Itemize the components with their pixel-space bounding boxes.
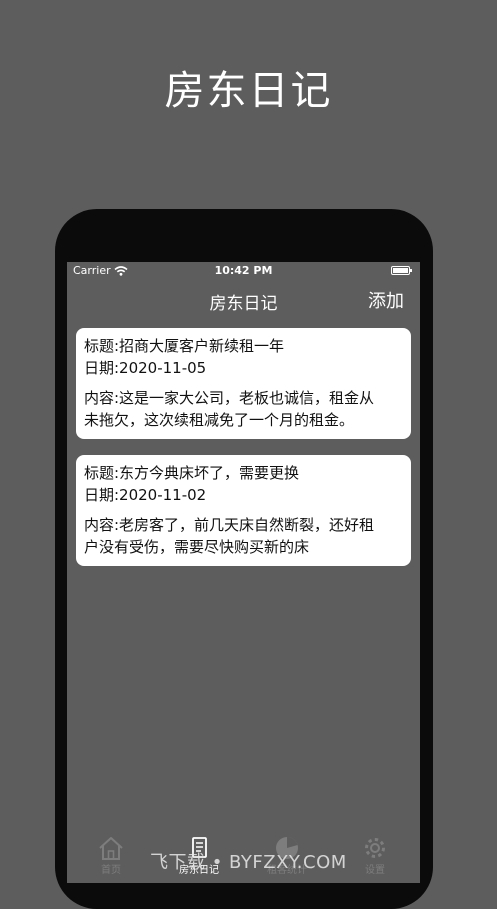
entry-title: 标题:招商大厦客户新续租一年 xyxy=(84,337,285,355)
diary-entry-card[interactable]: 标题:东方今典床坏了，需要更换 日期:2020-11-02 内容:老房客了，前几… xyxy=(76,455,411,566)
tab-label: 设置 xyxy=(365,865,385,876)
nav-bar: 房东日记 添加 xyxy=(67,279,420,323)
promo-title: 房东日记 xyxy=(164,68,333,114)
tab-settings[interactable]: 设置 xyxy=(335,835,415,876)
status-bar: Carrier 10:42 PM xyxy=(67,262,420,279)
entry-date: 日期:2020-11-02 xyxy=(84,486,207,504)
tab-home[interactable]: 首页 xyxy=(71,835,151,876)
add-button[interactable]: 添加 xyxy=(368,287,404,313)
diary-entry-card[interactable]: 标题:招商大厦客户新续租一年 日期:2020-11-05 内容:这是一家大公司，… xyxy=(76,328,411,439)
battery-icon xyxy=(391,266,412,275)
watermark: 飞下载 • BYFZXY.COM xyxy=(150,852,347,873)
entry-content: 户没有受伤，需要尽快购买新的床 xyxy=(84,538,310,556)
entry-content: 未拖欠，这次续租减免了一个月的租金。 xyxy=(84,411,355,429)
entry-content: 内容:老房客了，前几天床自然断裂，还好租 xyxy=(84,516,375,534)
entry-content: 内容:这是一家大公司，老板也诚信，租金从 xyxy=(84,389,375,407)
status-time: 10:42 PM xyxy=(214,264,273,277)
gear-icon xyxy=(365,838,385,858)
entry-date: 日期:2020-11-05 xyxy=(84,359,207,377)
home-icon xyxy=(99,837,123,860)
tab-label: 首页 xyxy=(101,865,121,876)
entry-title: 标题:东方今典床坏了，需要更换 xyxy=(84,464,300,482)
app-screen: Carrier 10:42 PM 房东日记 添加 标题:招商大厦客户新续租一年 … xyxy=(67,262,420,883)
